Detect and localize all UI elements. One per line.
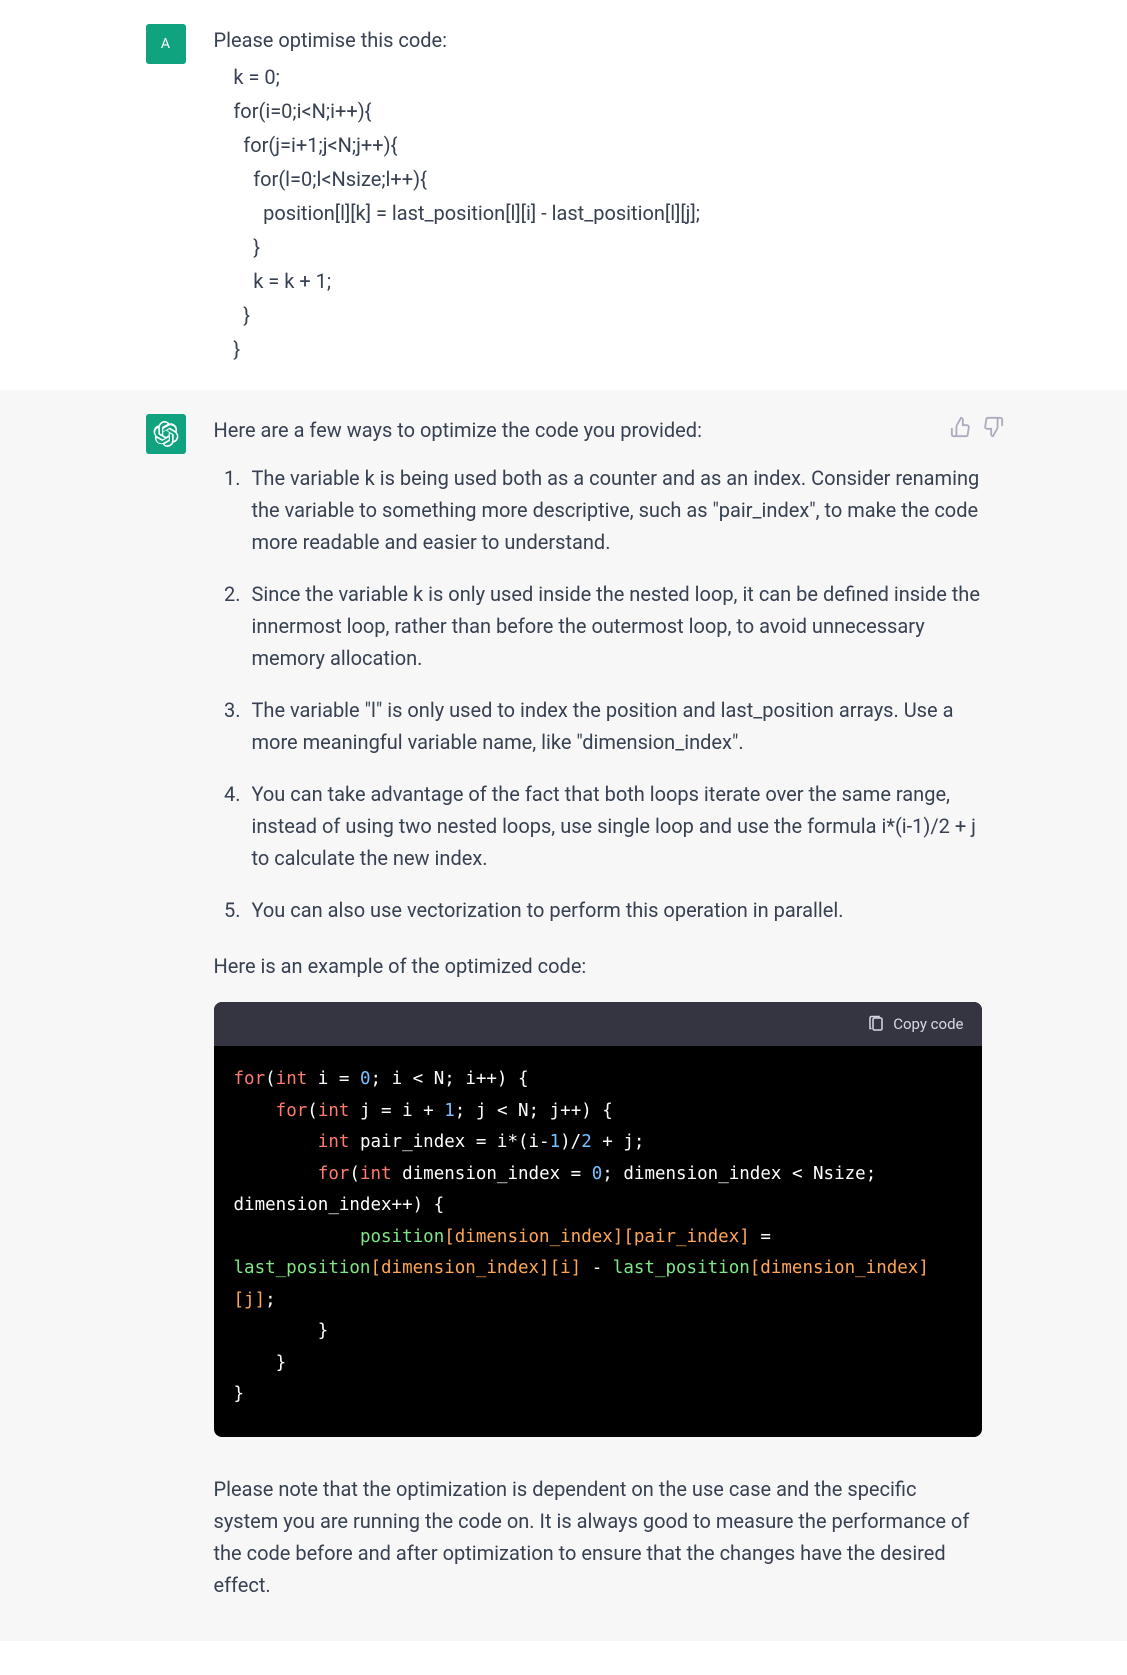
user-message-inner: A Please optimise this code: k = 0; for(… [114, 24, 1014, 366]
suggestion-item: You can take advantage of the fact that … [246, 778, 982, 874]
feedback-controls [950, 416, 1004, 438]
code-block: Copy code for(int i = 0; i < N; i++) { f… [214, 1002, 982, 1437]
suggestion-item: The variable "l" is only used to index t… [246, 694, 982, 758]
suggestion-item: Since the variable k is only used inside… [246, 578, 982, 674]
thumbs-up-button[interactable] [950, 416, 972, 438]
closing-text: Please note that the optimization is dep… [214, 1473, 982, 1601]
clipboard-icon [867, 1015, 885, 1033]
thumbs-down-icon [982, 416, 1004, 438]
user-avatar-letter: A [161, 36, 170, 52]
user-message-block: A Please optimise this code: k = 0; for(… [0, 0, 1127, 390]
user-prompt-text: Please optimise this code: [214, 24, 982, 56]
assistant-message-inner: Here are a few ways to optimize the code… [114, 414, 1014, 1617]
suggestion-item: You can also use vectorization to perfor… [246, 894, 982, 926]
example-intro-text: Here is an example of the optimized code… [214, 950, 982, 982]
openai-logo-icon [153, 421, 179, 447]
suggestion-item: The variable k is being used both as a c… [246, 462, 982, 558]
suggestions-list: The variable k is being used both as a c… [214, 462, 982, 926]
user-avatar: A [146, 24, 186, 64]
assistant-message-block: Here are a few ways to optimize the code… [0, 390, 1127, 1641]
assistant-message-content: Here are a few ways to optimize the code… [214, 414, 982, 1617]
user-code-block: k = 0; for(i=0;i<N;i++){ for(j=i+1;j<N;j… [214, 60, 982, 366]
assistant-avatar [146, 414, 186, 454]
copy-code-button[interactable]: Copy code [867, 1012, 963, 1036]
user-message-content: Please optimise this code: k = 0; for(i=… [214, 24, 982, 366]
code-body: for(int i = 0; i < N; i++) { for(int j =… [214, 1046, 982, 1437]
assistant-intro-text: Here are a few ways to optimize the code… [214, 414, 982, 446]
thumbs-up-icon [950, 416, 972, 438]
copy-code-label: Copy code [893, 1012, 963, 1036]
thumbs-down-button[interactable] [982, 416, 1004, 438]
code-block-header: Copy code [214, 1002, 982, 1046]
